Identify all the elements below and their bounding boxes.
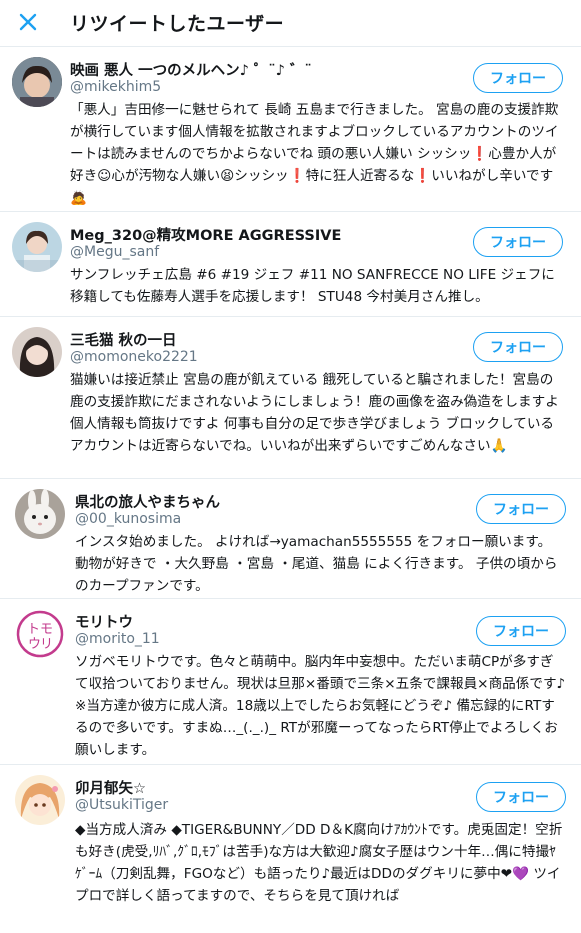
user-handle[interactable]: @00_kunosima <box>75 511 181 527</box>
user-name[interactable]: 三毛猫 秋の一日 <box>70 329 177 350</box>
user-name[interactable]: 卯月郁矢☆ <box>75 777 146 798</box>
avatar[interactable] <box>12 222 62 272</box>
user-handle[interactable]: @UtsukiTiger <box>75 797 168 813</box>
user-handle[interactable]: @Megu_sanf <box>70 244 159 260</box>
close-icon <box>19 13 37 31</box>
follow-button[interactable]: フォロー <box>473 332 563 362</box>
svg-text:モ: モ <box>40 622 53 637</box>
user-bio: サンフレッチェ広島 #6 #19 ジェフ #11 NO SANFRECCE NO… <box>70 267 555 305</box>
close-button[interactable] <box>14 8 42 36</box>
user-bio: ◆当方成人済み ◆TIGER&BUNNY／DD D＆K腐向けｱｶｳﾝﾄです。虎兎… <box>75 822 563 904</box>
follow-button[interactable]: フォロー <box>473 63 563 93</box>
avatar[interactable] <box>15 775 65 825</box>
user-list-item[interactable]: 県北の旅人やまちゃん @00_kunosima フォロー インスタ始めました。 … <box>0 479 581 599</box>
avatar[interactable] <box>12 327 62 377</box>
follow-button[interactable]: フォロー <box>476 782 566 812</box>
user-handle[interactable]: @momoneko2221 <box>70 349 198 365</box>
user-list-item[interactable]: ト モ ウ リ モリトウ @morito_11 フォロー ソガベモリトウです。色… <box>0 599 581 765</box>
user-name[interactable]: Meg_320@精攻MORE AGGRESSIVE <box>70 224 341 245</box>
user-list-item[interactable]: 卯月郁矢☆ @UtsukiTiger フォロー ◆当方成人済み ◆TIGER&B… <box>0 765 581 933</box>
user-bio: ソガベモリトウです。色々と萌萌中。脳内年中妄想中。ただいま萌CPが多すぎて収拾つ… <box>75 654 566 758</box>
svg-text:ト: ト <box>27 622 40 637</box>
dialog-header: リツイートしたユーザー <box>0 0 581 47</box>
user-bio: 「悪人」吉田修一に魅せられて 長崎 五島まで行きました。 宮島の鹿の支援詐欺が横… <box>70 102 559 206</box>
avatar[interactable] <box>15 489 65 539</box>
user-bio: 猫嫌いは接近禁止 宮島の鹿が飢えている 餓死していると騙されました！宮島の鹿の支… <box>70 372 559 454</box>
user-list-item[interactable]: 映画 悪人 一つのメルヘン♪ ゜¨♪ ゛¨ @mikekhim5 フォロー 「悪… <box>0 47 581 212</box>
user-list-item[interactable]: 三毛猫 秋の一日 @momoneko2221 フォロー 猫嫌いは接近禁止 宮島の… <box>0 317 581 479</box>
avatar[interactable] <box>12 57 62 107</box>
user-name[interactable]: モリトウ <box>75 611 133 632</box>
user-handle[interactable]: @mikekhim5 <box>70 79 161 95</box>
follow-button[interactable]: フォロー <box>473 227 563 257</box>
user-name[interactable]: 映画 悪人 一つのメルヘン♪ ゜¨♪ ゛¨ <box>70 59 312 80</box>
avatar[interactable]: ト モ ウ リ <box>15 609 65 659</box>
user-bio: インスタ始めました。 よければ→yamachan5555555 をフォロー願いま… <box>75 534 558 594</box>
follow-button[interactable]: フォロー <box>476 616 566 646</box>
user-handle[interactable]: @morito_11 <box>75 631 160 647</box>
follow-button[interactable]: フォロー <box>476 494 566 524</box>
page-title: リツイートしたユーザー <box>70 13 285 35</box>
svg-text:リ: リ <box>40 637 53 652</box>
user-list-item[interactable]: Meg_320@精攻MORE AGGRESSIVE @Megu_sanf フォロ… <box>0 212 581 317</box>
user-name[interactable]: 県北の旅人やまちゃん <box>75 491 220 512</box>
